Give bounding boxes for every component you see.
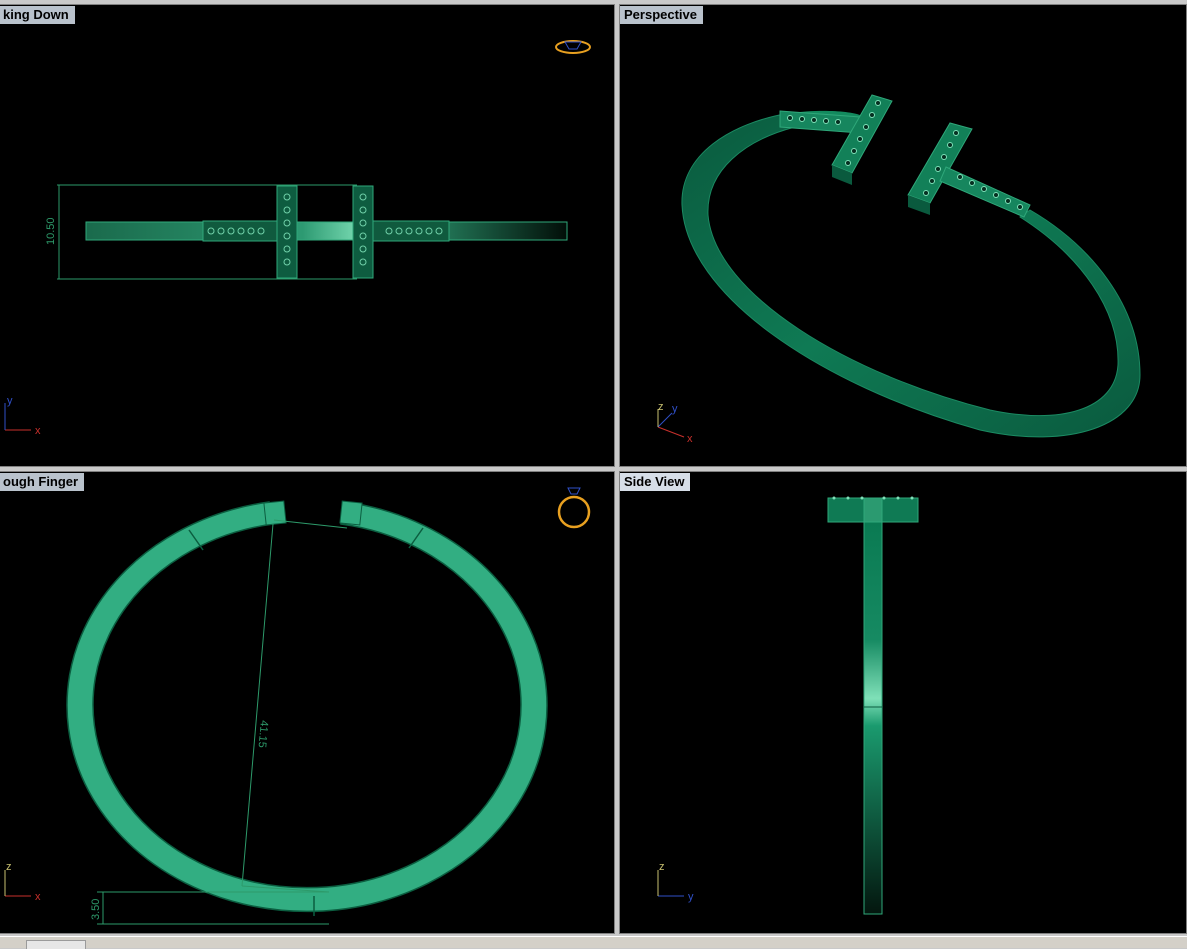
axis-indicator-perspective: x y z	[657, 401, 693, 445]
svg-text:y: y	[688, 891, 694, 903]
front-view-drawing: 41.15 3.50 x z	[4, 487, 591, 925]
svg-text:y: y	[672, 403, 678, 415]
perspective-drawing: x y z	[657, 94, 1141, 445]
viewport-title-top[interactable]: king Down	[0, 6, 75, 24]
viewport-tab[interactable]	[26, 940, 86, 949]
band-pave-right	[372, 220, 450, 242]
viewport-perspective[interactable]: Perspective x y z	[619, 4, 1187, 467]
svg-text:z: z	[659, 861, 665, 873]
svg-text:z: z	[658, 401, 664, 413]
viewport-side[interactable]: Side View y z	[619, 471, 1187, 934]
dimension-diameter	[241, 519, 348, 893]
viewport-title-perspective[interactable]: Perspective	[620, 6, 703, 24]
status-bar	[0, 936, 1187, 949]
band-top-shape	[85, 221, 568, 241]
dimension-thickness-label: 3.50	[90, 899, 102, 920]
viewport-front[interactable]: ough Finger 41.15 3.50 x z	[0, 471, 615, 934]
bangle-band-outer	[681, 112, 1141, 438]
t-end-right-arm	[939, 166, 1031, 218]
ring-end-right	[339, 500, 363, 526]
t-end-left-cross	[831, 94, 893, 174]
viewport-top[interactable]: king Down 10.50 x y	[0, 4, 615, 467]
axis-indicator-top: x y	[4, 395, 41, 437]
viewport-title-side[interactable]: Side View	[620, 473, 691, 491]
axis-indicator-front: x z	[4, 861, 41, 903]
side-band-shape	[863, 521, 883, 915]
viewport-title-front[interactable]: ough Finger	[0, 473, 85, 491]
svg-text:x: x	[35, 891, 41, 903]
top-view-drawing: 10.50 x y	[4, 40, 591, 437]
side-view-drawing: y z	[657, 496, 919, 915]
ring-view-icon[interactable]	[557, 487, 591, 529]
dimension-diameter-label: 41.15	[256, 720, 270, 748]
bangle-ring-shape	[66, 501, 548, 913]
dimension-height-label: 10.50	[45, 217, 57, 245]
svg-text:y: y	[7, 395, 13, 407]
axis-indicator-side: y z	[657, 861, 694, 903]
svg-text:x: x	[687, 433, 693, 445]
svg-text:x: x	[35, 425, 41, 437]
svg-text:z: z	[6, 861, 12, 873]
ring-segments	[188, 527, 424, 916]
looking-down-icon[interactable]	[555, 40, 591, 54]
